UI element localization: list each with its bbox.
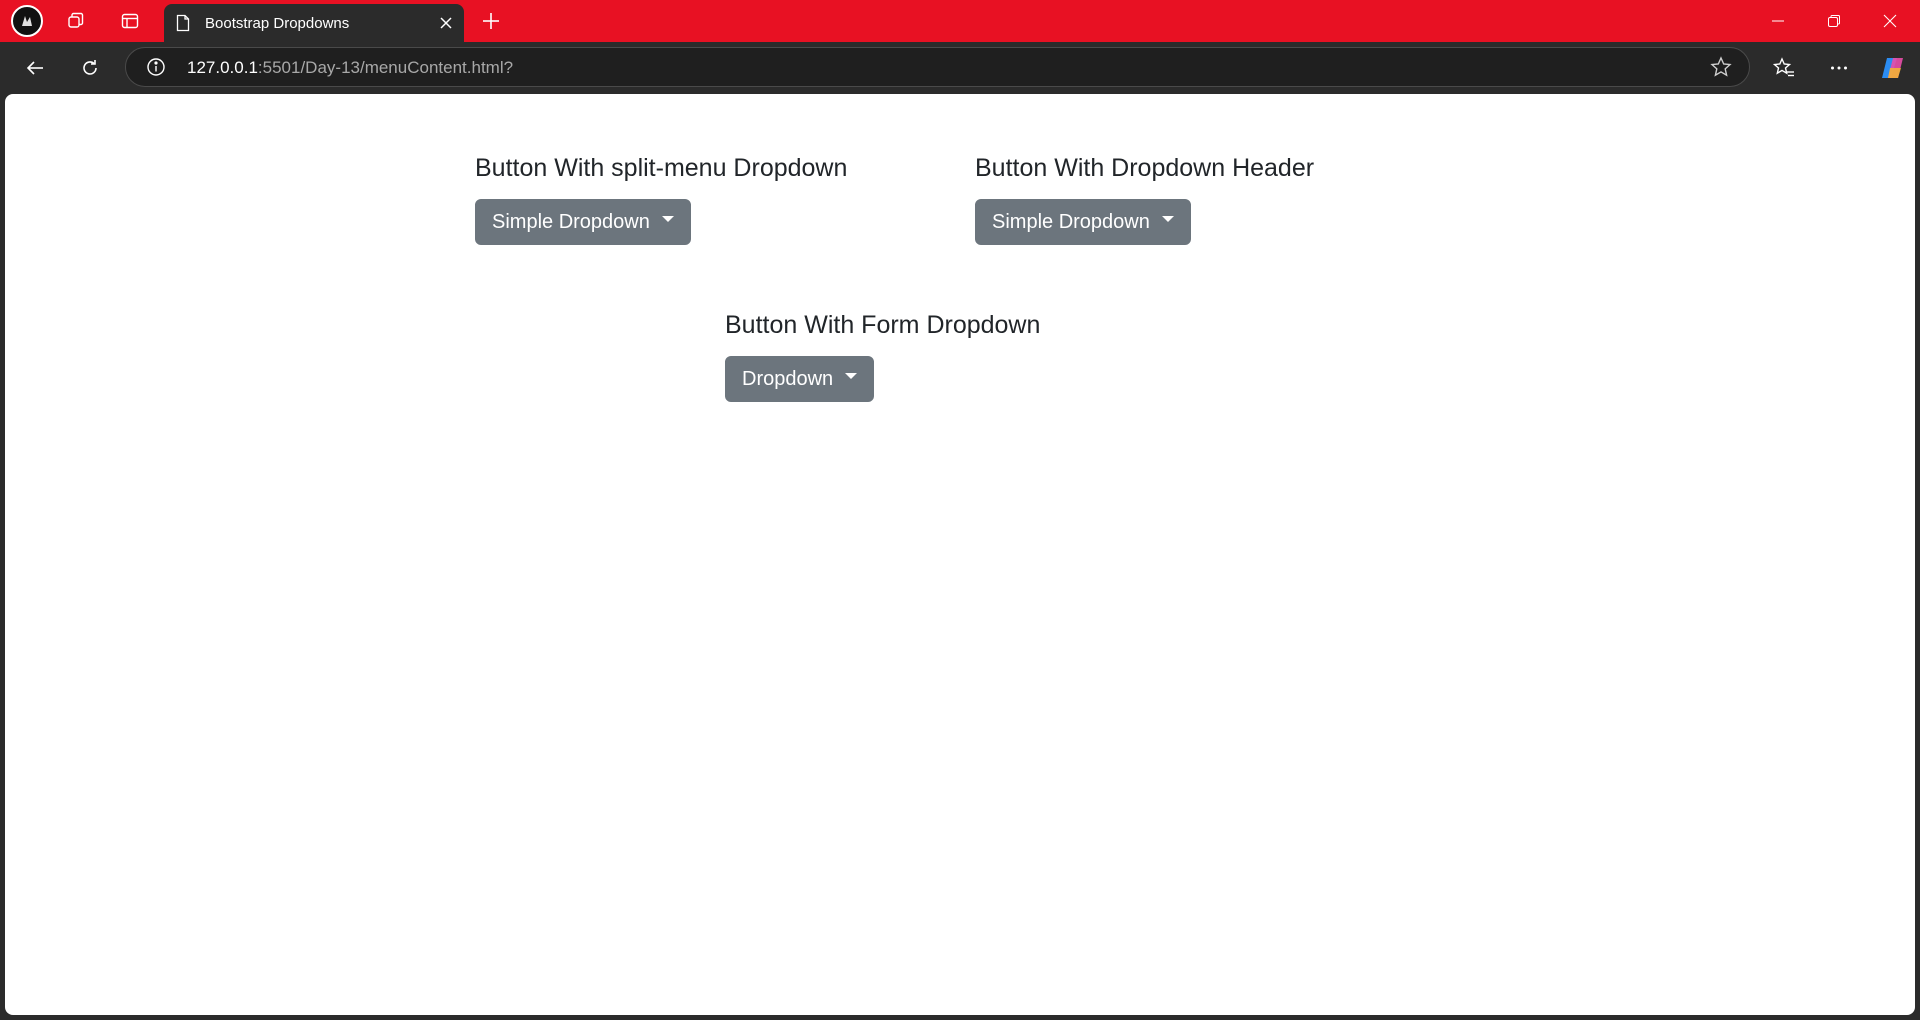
info-icon[interactable] <box>146 57 166 82</box>
refresh-icon[interactable] <box>72 50 108 86</box>
copilot-icon[interactable] <box>1875 50 1911 86</box>
navigation-bar: 127.0.0.1:5501/Day-13/menuContent.html? <box>0 42 1920 94</box>
star-icon[interactable] <box>1710 56 1732 83</box>
button-label: Dropdown <box>742 367 834 390</box>
profile-avatar-icon[interactable] <box>11 5 43 37</box>
vertical-tabs-icon[interactable] <box>114 7 146 35</box>
section-heading: Button With Dropdown Header <box>975 154 1315 182</box>
tab-title: Bootstrap Dropdowns <box>205 15 350 32</box>
page-icon <box>175 14 191 37</box>
active-tab[interactable]: Bootstrap Dropdowns <box>164 4 464 42</box>
url-text[interactable]: 127.0.0.1:5501/Day-13/menuContent.html? <box>187 58 513 78</box>
caret-down-icon <box>845 373 858 379</box>
close-icon[interactable] <box>434 11 458 35</box>
back-arrow-icon[interactable] <box>17 50 53 86</box>
section-heading: Button With Form Dropdown <box>725 311 1041 339</box>
form-dropdown-section: Button With Form Dropdown Dropdown <box>725 310 1040 402</box>
section-heading: Button With split-menu Dropdown <box>475 154 848 182</box>
dropdown-header-section: Button With Dropdown Header Simple Dropd… <box>975 153 1314 245</box>
plus-icon[interactable] <box>475 7 507 35</box>
more-icon[interactable] <box>1821 50 1857 86</box>
caret-down-icon <box>1161 216 1174 222</box>
address-bar[interactable]: 127.0.0.1:5501/Day-13/menuContent.html? <box>125 47 1750 87</box>
url-path: :5501/Day-13/menuContent.html? <box>257 58 514 77</box>
restore-icon[interactable] <box>1806 0 1862 42</box>
title-bar: Bootstrap Dropdowns <box>0 0 1920 42</box>
split-menu-dropdown-section: Button With split-menu Dropdown Simple D… <box>475 153 847 245</box>
close-window-icon[interactable] <box>1862 0 1918 42</box>
simple-dropdown-button[interactable]: Simple Dropdown <box>975 199 1191 245</box>
workspaces-icon[interactable] <box>60 7 92 35</box>
caret-down-icon <box>661 216 674 222</box>
form-dropdown-button[interactable]: Dropdown <box>725 356 875 402</box>
page-viewport: Button With split-menu Dropdown Simple D… <box>5 94 1915 1015</box>
url-host: 127.0.0.1 <box>187 58 258 77</box>
button-label: Simple Dropdown <box>992 210 1150 233</box>
button-label: Simple Dropdown <box>492 210 650 233</box>
simple-dropdown-button[interactable]: Simple Dropdown <box>475 199 691 245</box>
favorites-icon[interactable] <box>1766 50 1802 86</box>
minimize-icon[interactable] <box>1750 0 1806 42</box>
